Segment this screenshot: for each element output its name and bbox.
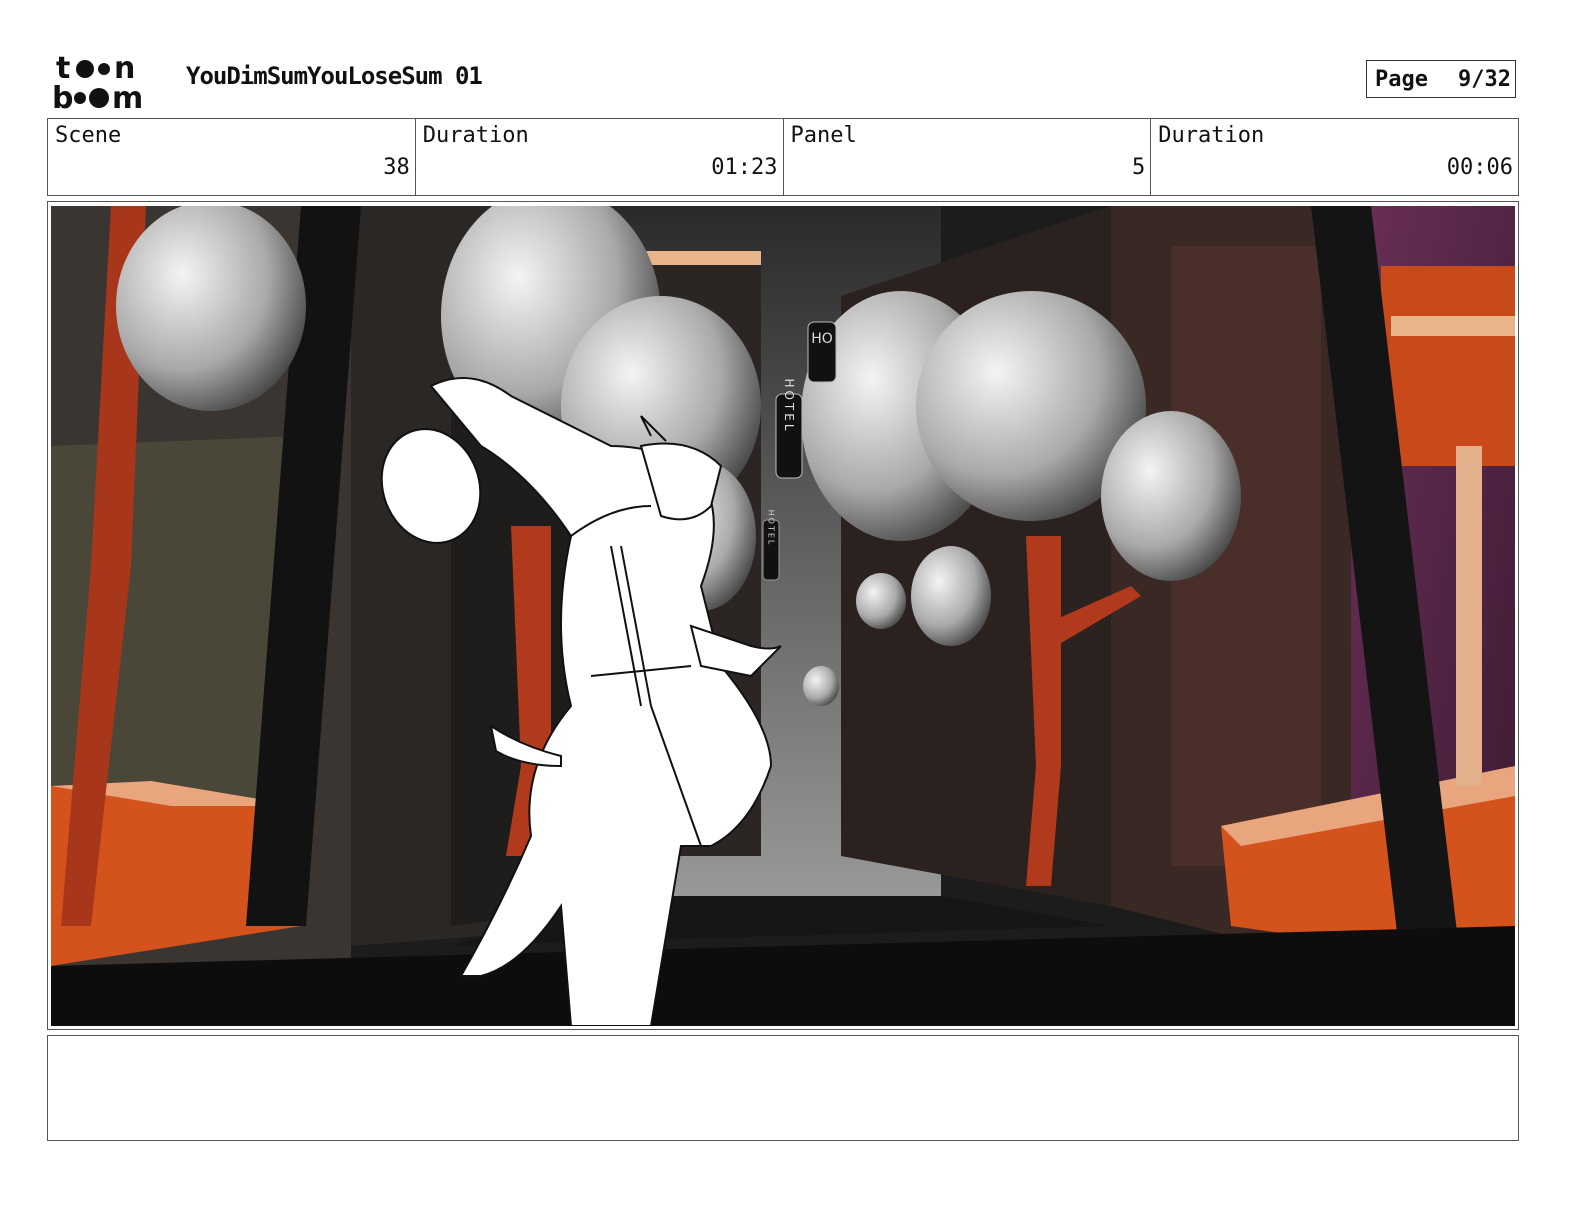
panel-label: Panel bbox=[790, 123, 857, 148]
panel-duration-cell: Duration 00:06 bbox=[1151, 119, 1518, 195]
toonboom-logo: t n b m bbox=[52, 51, 143, 112]
hotel-sign-2-text: HOTEL bbox=[782, 378, 796, 433]
panel-duration-value: 00:06 bbox=[1446, 155, 1513, 180]
page-label: Page bbox=[1375, 66, 1428, 92]
panel-notes-box bbox=[47, 1035, 1519, 1141]
storyboard-panel-image: HO HOTEL HOTEL bbox=[51, 206, 1515, 1026]
scene-duration-cell: Duration 01:23 bbox=[416, 119, 784, 195]
scene-duration-label: Duration bbox=[422, 123, 529, 148]
hotel-sign-1-text: HO bbox=[811, 331, 833, 347]
scene-cell: Scene 38 bbox=[48, 119, 416, 195]
scene-duration-value: 01:23 bbox=[711, 155, 778, 180]
panel-number: 5 bbox=[1132, 155, 1146, 180]
scene-number: 38 bbox=[383, 155, 410, 180]
svg-text:b: b bbox=[52, 81, 73, 112]
hotel-sign-3: HOTEL bbox=[762, 510, 780, 581]
svg-text:m: m bbox=[112, 81, 143, 112]
scene-label: Scene bbox=[55, 123, 122, 148]
scene-info-row: Scene 38 Duration 01:23 Panel 5 Duration… bbox=[47, 118, 1519, 196]
page-indicator: Page 9/32 bbox=[1366, 60, 1516, 98]
hotel-sign-1: HO bbox=[807, 321, 837, 383]
panel-duration-label: Duration bbox=[1158, 123, 1265, 148]
panel-cell: Panel 5 bbox=[784, 119, 1152, 195]
project-title: YouDimSumYouLoseSum 01 bbox=[186, 62, 483, 90]
page-number: 9/32 bbox=[1457, 66, 1511, 92]
hotel-sign-3-text: HOTEL bbox=[767, 510, 776, 547]
